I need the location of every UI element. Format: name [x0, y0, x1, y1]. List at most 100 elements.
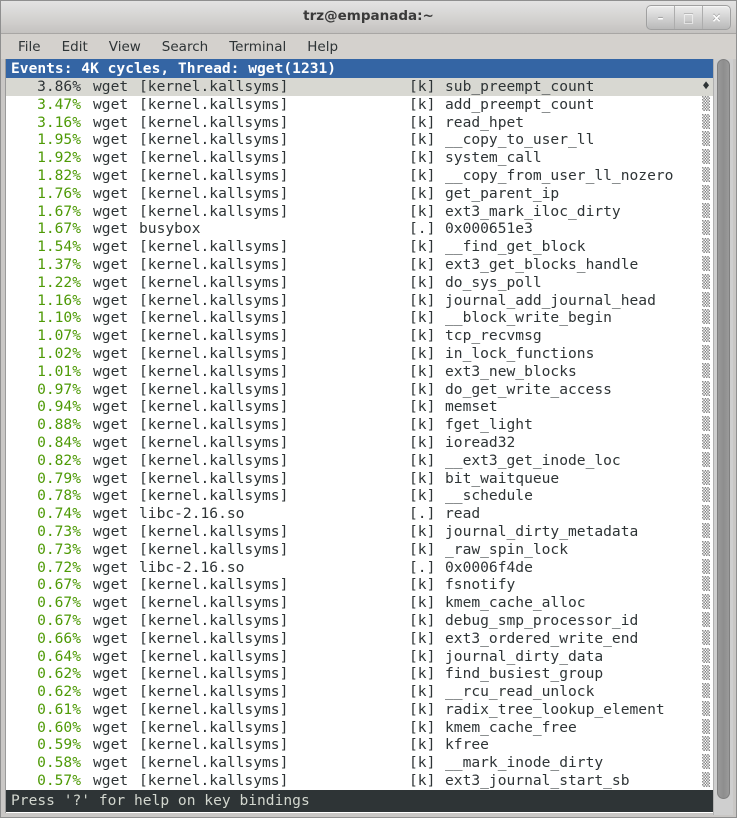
privilege-cell: [k]	[409, 523, 445, 541]
shared-object-cell: [kernel.kallsyms]	[139, 398, 409, 416]
profile-row[interactable]: 0.62% wget [kernel.kallsyms] [k] find_bu…	[6, 665, 713, 683]
percent-cell: 0.84%	[11, 434, 81, 452]
shared-object-cell: [kernel.kallsyms]	[139, 665, 409, 683]
menu-file[interactable]: File	[15, 37, 44, 57]
profile-row[interactable]: 1.67% wget [kernel.kallsyms] [k] ext3_ma…	[6, 203, 713, 221]
command-cell: wget	[93, 327, 133, 345]
percent-cell: 1.22%	[11, 274, 81, 292]
profile-row[interactable]: 0.78% wget [kernel.kallsyms] [k] __sched…	[6, 487, 713, 505]
profile-row[interactable]: 0.62% wget [kernel.kallsyms] [k] __rcu_r…	[6, 683, 713, 701]
command-cell: wget	[93, 559, 133, 577]
profile-row[interactable]: 0.64% wget [kernel.kallsyms] [k] journal…	[6, 648, 713, 666]
title-bar[interactable]: trz@empanada:~ – □ ×	[1, 1, 736, 34]
scroll-marker-icon: ▒	[698, 470, 710, 488]
profile-row[interactable]: 0.82% wget [kernel.kallsyms] [k] __ext3_…	[6, 452, 713, 470]
profile-row[interactable]: 0.84% wget [kernel.kallsyms] [k] ioread3…	[6, 434, 713, 452]
close-button[interactable]: ×	[702, 6, 730, 29]
profile-row[interactable]: 3.16% wget [kernel.kallsyms] [k] read_hp…	[6, 114, 713, 132]
minimize-icon: –	[658, 11, 664, 25]
shared-object-cell: [kernel.kallsyms]	[139, 203, 409, 221]
privilege-cell: [k]	[409, 612, 445, 630]
symbol-cell: memset	[445, 398, 698, 416]
profile-row[interactable]: 0.67% wget [kernel.kallsyms] [k] fsnotif…	[6, 576, 713, 594]
menu-bar: File Edit View Search Terminal Help	[1, 34, 736, 59]
symbol-cell: radix_tree_lookup_element	[445, 701, 698, 719]
menu-search[interactable]: Search	[159, 37, 211, 57]
profile-row[interactable]: 0.61% wget [kernel.kallsyms] [k] radix_t…	[6, 701, 713, 719]
profile-row[interactable]: 1.02% wget [kernel.kallsyms] [k] in_lock…	[6, 345, 713, 363]
symbol-cell: ioread32	[445, 434, 698, 452]
profile-row[interactable]: 1.22% wget [kernel.kallsyms] [k] do_sys_…	[6, 274, 713, 292]
terminal-content[interactable]: Events: 4K cycles, Thread: wget(1231) 3.…	[5, 59, 713, 813]
menu-terminal[interactable]: Terminal	[226, 37, 289, 57]
scroll-marker-icon: ▒	[698, 203, 710, 221]
scroll-marker-icon: ▒	[698, 754, 710, 772]
profile-row[interactable]: 1.95% wget [kernel.kallsyms] [k] __copy_…	[6, 131, 713, 149]
profile-row[interactable]: 0.73% wget [kernel.kallsyms] [k] _raw_sp…	[6, 541, 713, 559]
profile-row[interactable]: 1.92% wget [kernel.kallsyms] [k] system_…	[6, 149, 713, 167]
percent-cell: 0.74%	[11, 505, 81, 523]
profile-row[interactable]: 1.16% wget [kernel.kallsyms] [k] journal…	[6, 292, 713, 310]
symbol-cell: journal_dirty_metadata	[445, 523, 698, 541]
symbol-cell: _raw_spin_lock	[445, 541, 698, 559]
profile-row[interactable]: 0.73% wget [kernel.kallsyms] [k] journal…	[6, 523, 713, 541]
shared-object-cell: busybox	[139, 220, 409, 238]
symbol-cell: system_call	[445, 149, 698, 167]
menu-view[interactable]: View	[106, 37, 144, 57]
shared-object-cell: [kernel.kallsyms]	[139, 167, 409, 185]
maximize-button[interactable]: □	[674, 6, 702, 29]
privilege-cell: [k]	[409, 185, 445, 203]
profile-row[interactable]: 0.57% wget [kernel.kallsyms] [k] ext3_jo…	[6, 772, 713, 790]
privilege-cell: [k]	[409, 416, 445, 434]
profile-row[interactable]: 0.66% wget [kernel.kallsyms] [k] ext3_or…	[6, 630, 713, 648]
scroll-marker-icon: ▒	[698, 114, 710, 132]
profile-row[interactable]: 0.67% wget [kernel.kallsyms] [k] kmem_ca…	[6, 594, 713, 612]
profile-row[interactable]: 3.86% wget [kernel.kallsyms] [k] sub_pre…	[6, 78, 713, 96]
profile-row[interactable]: 1.07% wget [kernel.kallsyms] [k] tcp_rec…	[6, 327, 713, 345]
shared-object-cell: [kernel.kallsyms]	[139, 363, 409, 381]
profile-row[interactable]: 0.94% wget [kernel.kallsyms] [k] memset …	[6, 398, 713, 416]
profile-row[interactable]: 1.82% wget [kernel.kallsyms] [k] __copy_…	[6, 167, 713, 185]
profile-row[interactable]: 0.97% wget [kernel.kallsyms] [k] do_get_…	[6, 381, 713, 399]
profile-row[interactable]: 1.10% wget [kernel.kallsyms] [k] __block…	[6, 309, 713, 327]
privilege-cell: [k]	[409, 345, 445, 363]
profile-row[interactable]: 0.59% wget [kernel.kallsyms] [k] kfree ▒	[6, 736, 713, 754]
command-cell: wget	[93, 594, 133, 612]
profile-row[interactable]: 0.60% wget [kernel.kallsyms] [k] kmem_ca…	[6, 719, 713, 737]
profile-row[interactable]: 1.01% wget [kernel.kallsyms] [k] ext3_ne…	[6, 363, 713, 381]
privilege-cell: [k]	[409, 238, 445, 256]
privilege-cell: [k]	[409, 203, 445, 221]
scrollbar[interactable]	[713, 59, 733, 815]
percent-cell: 0.97%	[11, 381, 81, 399]
scroll-marker-icon: ♦	[698, 78, 710, 96]
percent-cell: 0.60%	[11, 719, 81, 737]
profile-row[interactable]: 3.47% wget [kernel.kallsyms] [k] add_pre…	[6, 96, 713, 114]
profile-row[interactable]: 0.74% wget libc-2.16.so [.] read ▒	[6, 505, 713, 523]
terminal-window: trz@empanada:~ – □ × File Edit View Sear…	[0, 0, 737, 818]
scrollbar-thumb[interactable]	[717, 59, 730, 799]
shared-object-cell: [kernel.kallsyms]	[139, 96, 409, 114]
profile-row[interactable]: 0.58% wget [kernel.kallsyms] [k] __mark_…	[6, 754, 713, 772]
profile-row[interactable]: 0.88% wget [kernel.kallsyms] [k] fget_li…	[6, 416, 713, 434]
scroll-marker-icon: ▒	[698, 96, 710, 114]
command-cell: wget	[93, 149, 133, 167]
menu-help[interactable]: Help	[304, 37, 341, 57]
minimize-button[interactable]: –	[647, 6, 674, 29]
privilege-cell: [k]	[409, 701, 445, 719]
profile-row[interactable]: 1.76% wget [kernel.kallsyms] [k] get_par…	[6, 185, 713, 203]
profile-row[interactable]: 1.54% wget [kernel.kallsyms] [k] __find_…	[6, 238, 713, 256]
symbol-cell: __mark_inode_dirty	[445, 754, 698, 772]
symbol-cell: __ext3_get_inode_loc	[445, 452, 698, 470]
profile-row[interactable]: 0.79% wget [kernel.kallsyms] [k] bit_wai…	[6, 470, 713, 488]
profile-row[interactable]: 1.67% wget busybox [.] 0x000651e3 ▒	[6, 220, 713, 238]
symbol-cell: bit_waitqueue	[445, 470, 698, 488]
profile-row[interactable]: 0.72% wget libc-2.16.so [.] 0x0006f4de ▒	[6, 559, 713, 577]
menu-edit[interactable]: Edit	[59, 37, 91, 57]
symbol-cell: get_parent_ip	[445, 185, 698, 203]
profile-row[interactable]: 1.37% wget [kernel.kallsyms] [k] ext3_ge…	[6, 256, 713, 274]
privilege-cell: [k]	[409, 131, 445, 149]
shared-object-cell: [kernel.kallsyms]	[139, 630, 409, 648]
profile-row[interactable]: 0.67% wget [kernel.kallsyms] [k] debug_s…	[6, 612, 713, 630]
symbol-cell: __schedule	[445, 487, 698, 505]
command-cell: wget	[93, 131, 133, 149]
